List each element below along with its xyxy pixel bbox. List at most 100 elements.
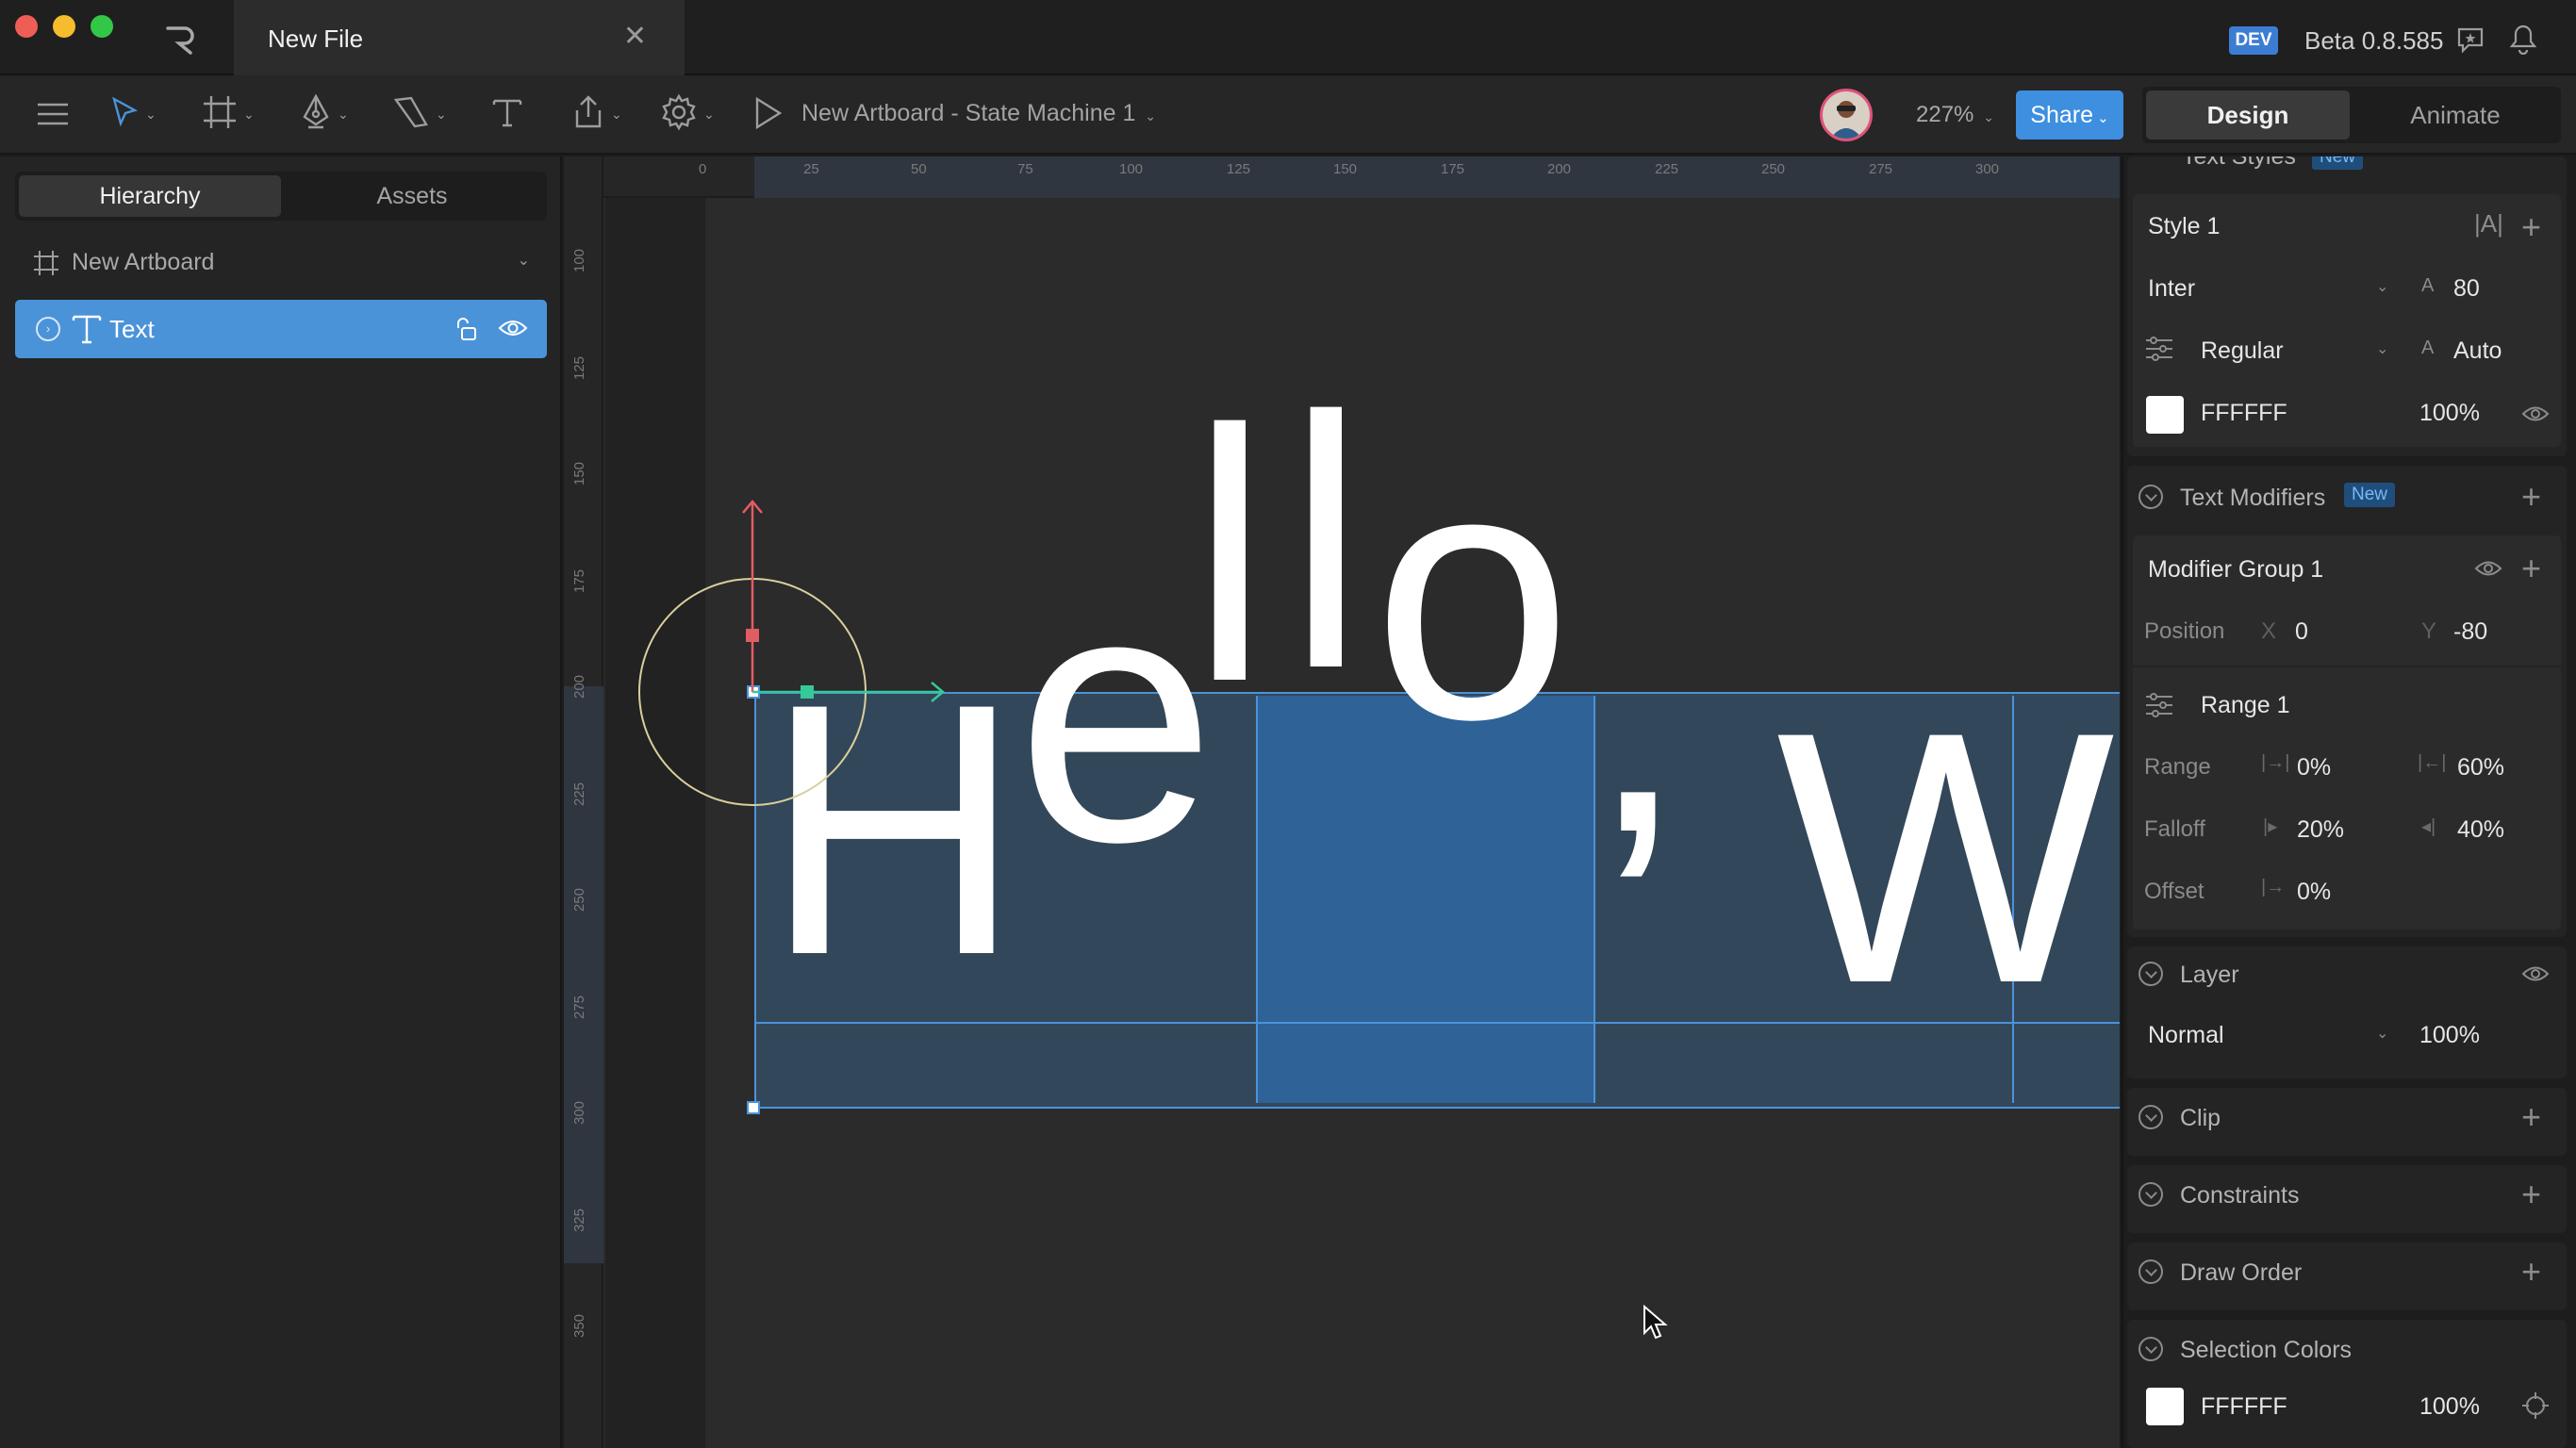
export-tool-button[interactable]: ⌄: [571, 92, 622, 136]
maximize-window-button[interactable]: [91, 15, 113, 38]
eye-visibility-icon[interactable]: [2521, 963, 2550, 989]
range-end-icon: |←|: [2418, 752, 2447, 773]
position-x-value[interactable]: 0: [2295, 618, 2308, 646]
add-style-icon[interactable]: +: [2521, 210, 2541, 244]
new-badge: New: [2344, 483, 2396, 507]
target-crosshair-icon[interactable]: [2521, 1391, 2550, 1424]
chevron-down-icon: ⌄: [145, 106, 157, 122]
collapse-chevron-icon[interactable]: [2138, 1105, 2163, 1129]
falloff-start-value[interactable]: 20%: [2297, 816, 2344, 844]
collapse-chevron-icon[interactable]: [2138, 1182, 2163, 1207]
eye-visibility-icon[interactable]: [2474, 558, 2502, 584]
zoom-selector[interactable]: 227% ⌄: [1916, 102, 1994, 128]
tab-hierarchy[interactable]: Hierarchy: [19, 175, 281, 217]
share-button[interactable]: Share ⌄: [2016, 90, 2123, 140]
glyph-o: o: [1373, 393, 1573, 794]
range-start-value[interactable]: 0%: [2297, 754, 2331, 782]
offset-label: Offset: [2144, 879, 2204, 904]
expand-chevron-icon[interactable]: ›: [36, 317, 60, 341]
fill-color-hex[interactable]: FFFFFF: [2201, 400, 2287, 427]
artboard-state-label: New Artboard - State Machine 1: [801, 100, 1136, 126]
sliders-icon[interactable]: [2144, 336, 2174, 367]
rive-logo-icon[interactable]: [162, 21, 200, 63]
resize-handle[interactable]: [747, 1101, 760, 1114]
artboard-tool-button[interactable]: ⌄: [202, 92, 255, 136]
design-mode-tab[interactable]: Design: [2146, 90, 2350, 140]
selection-colors-header: Selection Colors: [2180, 1337, 2353, 1363]
layer-opacity[interactable]: 100%: [2419, 1022, 2480, 1049]
shape-tool-button[interactable]: ⌄: [392, 92, 447, 136]
selection-color-opacity[interactable]: 100%: [2419, 1393, 2480, 1421]
divider: [2133, 666, 2561, 667]
add-modifier-icon[interactable]: +: [2521, 480, 2541, 514]
close-tab-icon[interactable]: ✕: [623, 23, 647, 51]
chevron-down-icon[interactable]: ⌄: [2376, 1024, 2388, 1043]
minimize-window-button[interactable]: [53, 15, 75, 38]
chevron-down-icon[interactable]: ⌄: [518, 251, 530, 270]
feedback-icon[interactable]: [2455, 25, 2485, 59]
artboard-state-selector[interactable]: New Artboard - State Machine 1 ⌄: [801, 100, 1156, 127]
tab-assets[interactable]: Assets: [281, 175, 543, 217]
font-weight-value[interactable]: Regular: [2201, 337, 2284, 365]
range-end-value[interactable]: 60%: [2457, 754, 2504, 782]
chevron-down-icon: ⌄: [611, 106, 622, 122]
chevron-down-icon: ⌄: [703, 106, 715, 122]
falloff-end-value[interactable]: 40%: [2457, 816, 2504, 844]
pen-tool-button[interactable]: ⌄: [300, 92, 349, 136]
modifier-group-name[interactable]: Modifier Group 1: [2148, 556, 2323, 584]
artboard-label: New Artboard: [72, 249, 215, 275]
glyph-l: l: [1190, 355, 1270, 756]
hierarchy-item-artboard[interactable]: New Artboard ⌄: [15, 241, 547, 283]
fill-color-swatch[interactable]: [2146, 396, 2184, 434]
ruler-selection-range: [754, 156, 2120, 198]
unlock-icon[interactable]: [453, 315, 479, 348]
chevron-down-icon: ⌄: [243, 106, 255, 122]
eye-visibility-icon[interactable]: [498, 317, 528, 344]
main-menu-icon[interactable]: [36, 92, 70, 136]
animate-mode-tab[interactable]: Animate: [2353, 90, 2557, 140]
font-size-value[interactable]: 80: [2453, 275, 2480, 303]
text-style-options-icon[interactable]: |A|: [2474, 209, 2503, 239]
add-clip-icon[interactable]: +: [2521, 1100, 2541, 1134]
chevron-down-icon[interactable]: ⌄: [2376, 339, 2388, 358]
close-window-button[interactable]: [15, 15, 38, 38]
text-tool-button[interactable]: [490, 92, 524, 136]
collapse-chevron-icon[interactable]: [2138, 1259, 2163, 1284]
notifications-bell-icon[interactable]: [2508, 23, 2538, 59]
style-name[interactable]: Style 1: [2148, 213, 2220, 240]
hierarchy-item-text[interactable]: › Text: [15, 300, 547, 358]
user-avatar[interactable]: [1820, 89, 1873, 141]
share-label: Share: [2030, 102, 2093, 128]
glyph-w: W: [1776, 698, 2115, 1058]
sliders-icon[interactable]: [2144, 692, 2174, 723]
file-tab[interactable]: New File ✕: [234, 0, 685, 75]
line-height-value[interactable]: Auto: [2453, 337, 2502, 365]
offset-value[interactable]: 0%: [2297, 879, 2331, 906]
add-draw-order-icon[interactable]: +: [2521, 1255, 2541, 1289]
add-constraint-icon[interactable]: +: [2521, 1177, 2541, 1211]
font-family-value[interactable]: Inter: [2148, 275, 2195, 303]
selection-color-hex[interactable]: FFFFFF: [2201, 1393, 2287, 1421]
chevron-down-icon: ⌄: [436, 106, 447, 122]
collapse-chevron-icon[interactable]: [2138, 485, 2163, 509]
add-modifier-item-icon[interactable]: +: [2521, 551, 2541, 585]
blend-mode-value[interactable]: Normal: [2148, 1022, 2224, 1049]
position-y-value[interactable]: -80: [2453, 618, 2487, 646]
fill-opacity[interactable]: 100%: [2419, 400, 2480, 427]
selection-color-swatch[interactable]: [2146, 1388, 2184, 1425]
constraints-header: Constraints: [2180, 1182, 2300, 1209]
transform-gizmo[interactable]: [622, 490, 962, 830]
draw-order-header: Draw Order: [2180, 1259, 2303, 1286]
collapse-chevron-icon[interactable]: [2138, 1337, 2163, 1361]
range-name[interactable]: Range 1: [2201, 692, 2290, 719]
ruler-selection-range: [564, 686, 603, 1263]
eye-visibility-icon[interactable]: [2521, 403, 2550, 429]
settings-tool-button[interactable]: ⌄: [660, 92, 715, 136]
ruler-label: 125: [571, 355, 588, 381]
collapse-chevron-icon[interactable]: [2138, 962, 2163, 986]
play-icon[interactable]: [752, 96, 783, 135]
ruler-label: 300: [1975, 161, 2000, 177]
modifier-group-card: [2133, 535, 2561, 930]
select-tool-button[interactable]: ⌄: [109, 92, 157, 136]
chevron-down-icon[interactable]: ⌄: [2376, 277, 2388, 296]
